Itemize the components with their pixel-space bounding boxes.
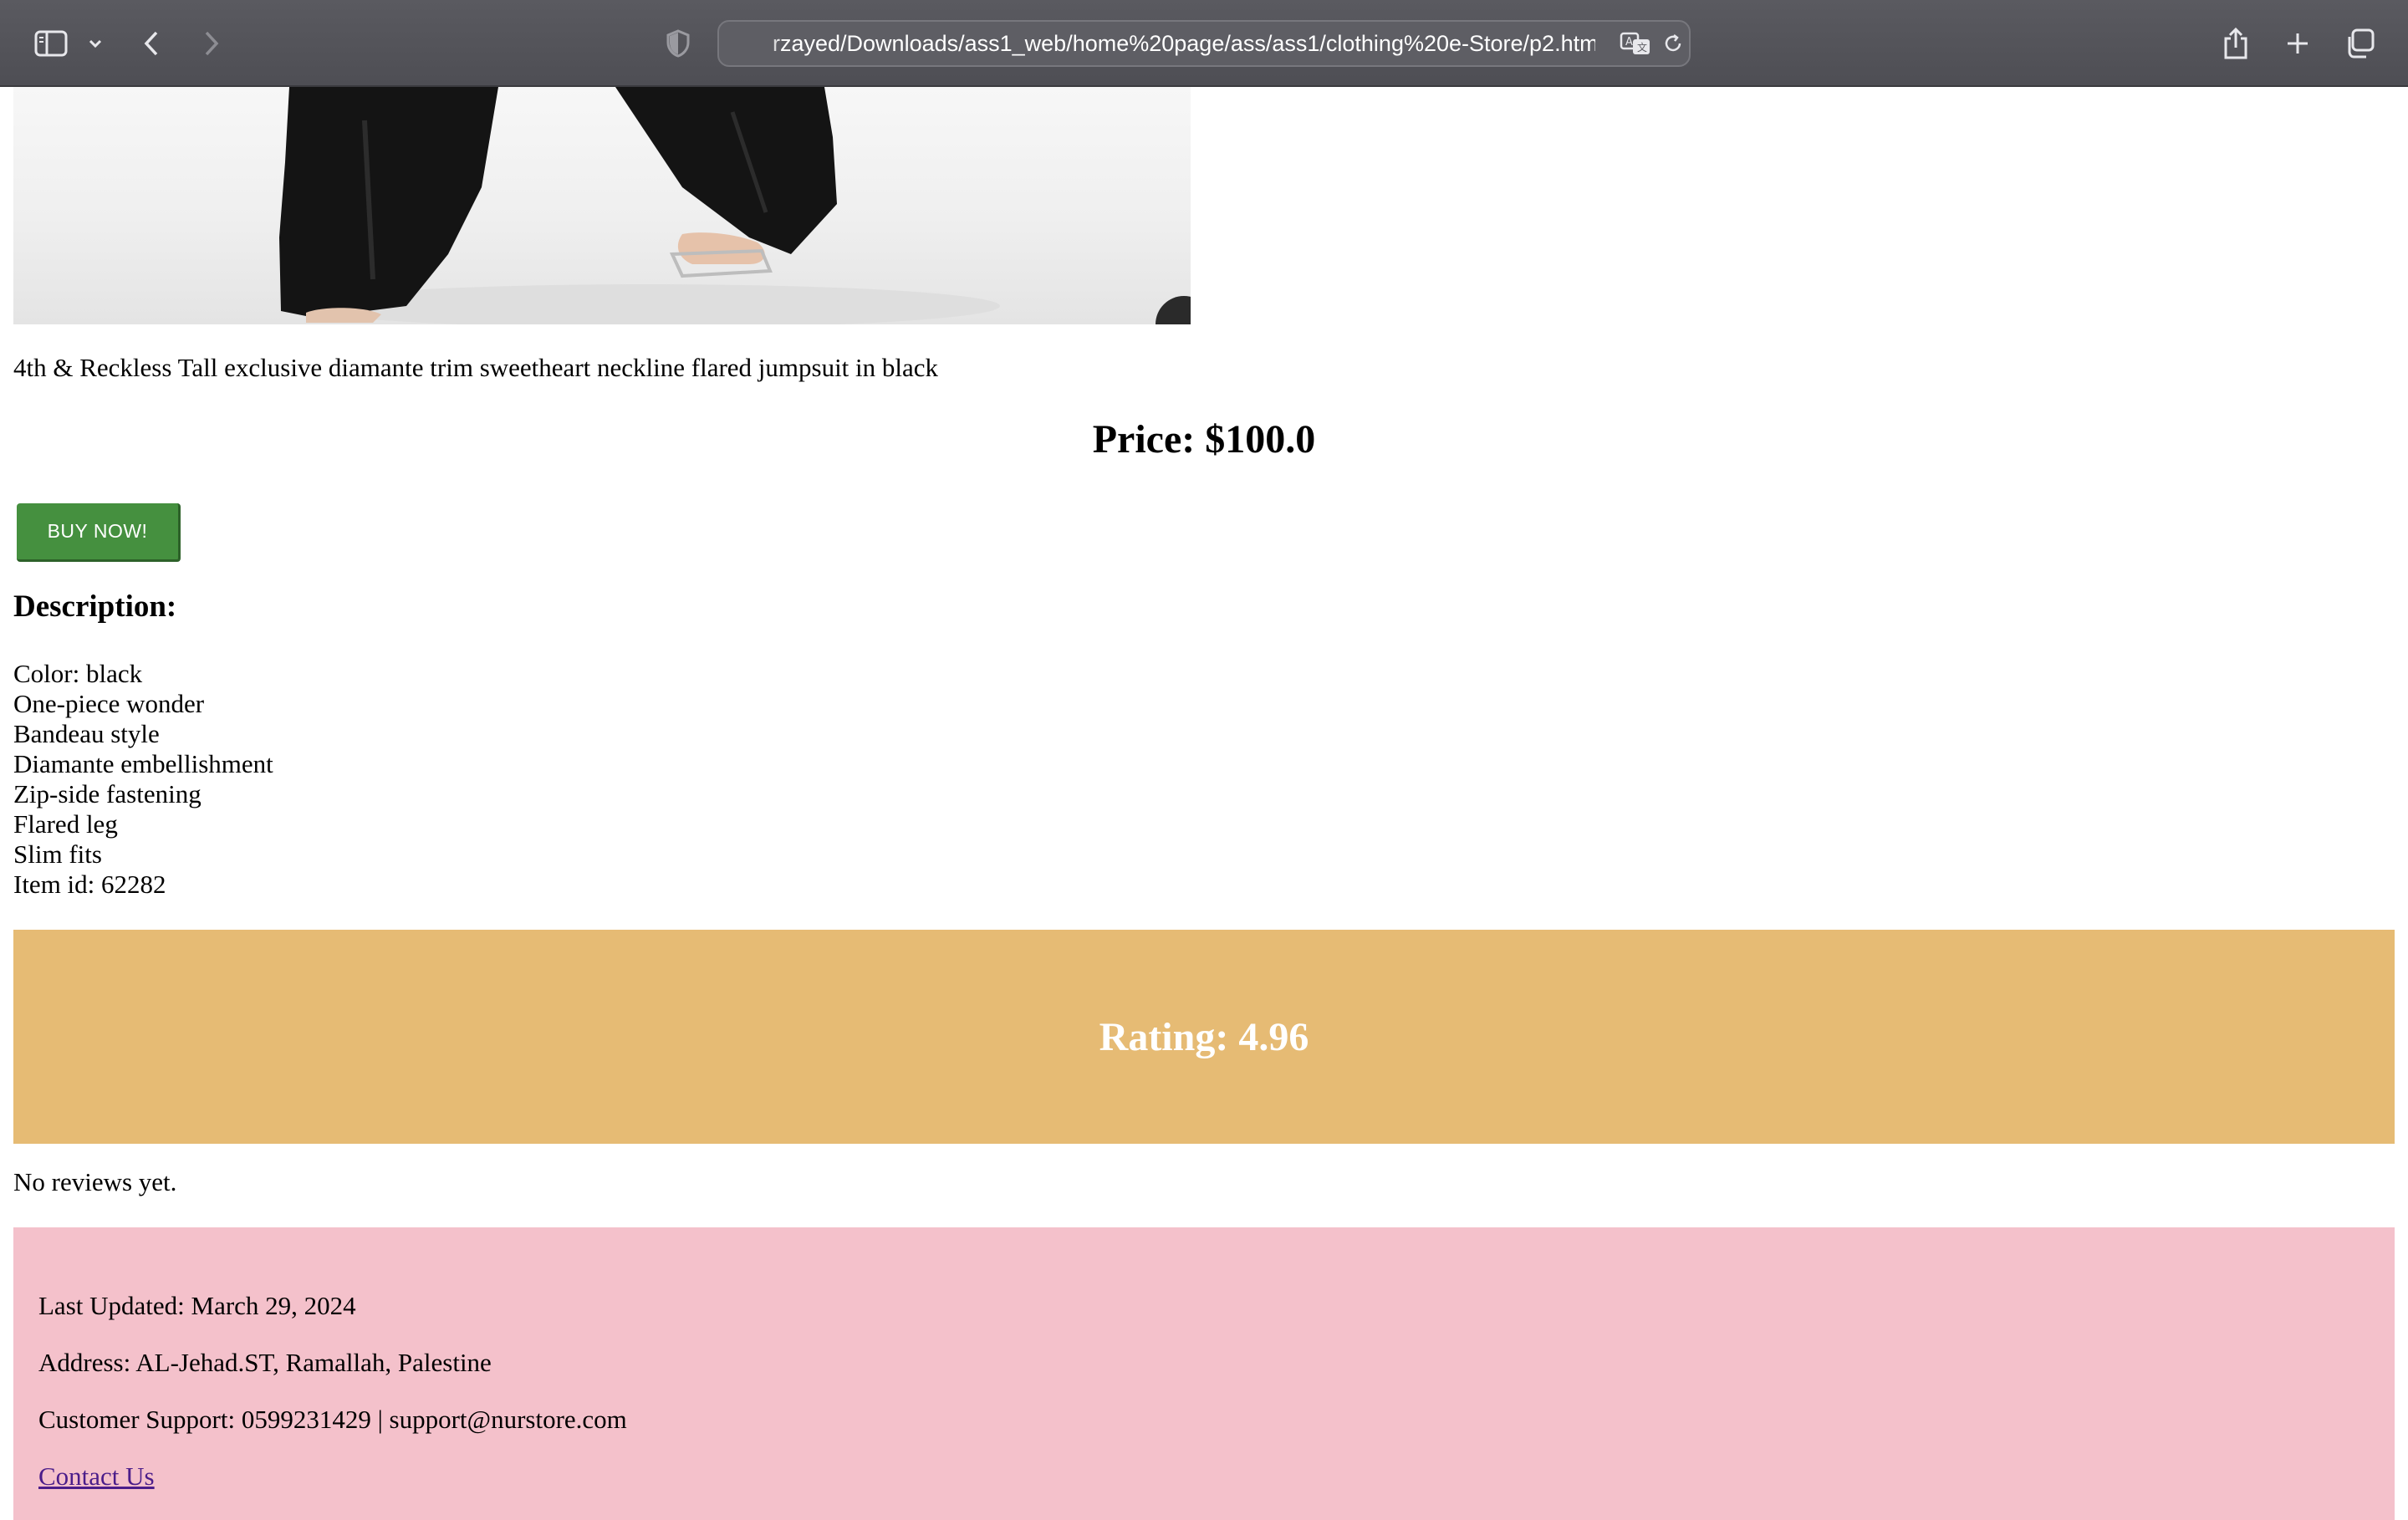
description-item: Diamante embellishment xyxy=(13,749,273,778)
description-item: Color: black xyxy=(13,659,143,688)
shield-icon[interactable] xyxy=(664,18,692,69)
translate-icon[interactable]: A文 xyxy=(1619,23,1652,64)
description-item: One-piece wonder xyxy=(13,689,205,718)
plus-icon[interactable] xyxy=(2281,18,2314,69)
url-text: rzayed/Downloads/ass1_web/home%20page/as… xyxy=(773,31,1595,56)
description-item: Item id: 62282 xyxy=(13,870,166,899)
tabs-icon[interactable] xyxy=(2343,18,2376,69)
footer-address: Address: AL-Jehad.ST, Ramallah, Palestin… xyxy=(38,1348,492,1377)
chevron-right-icon xyxy=(205,31,219,56)
back-button[interactable] xyxy=(139,18,164,69)
description-heading: Description: xyxy=(13,589,177,624)
svg-text:文: 文 xyxy=(1637,41,1647,54)
svg-text:A: A xyxy=(1625,36,1633,48)
rating-section: Rating: 4.96 xyxy=(13,930,2395,1144)
share-icon[interactable] xyxy=(2219,18,2252,69)
rating-text: Rating: 4.96 xyxy=(1099,1014,1309,1059)
chevron-down-icon[interactable] xyxy=(84,18,107,69)
product-title: 4th & Reckless Tall exclusive diamante t… xyxy=(13,353,939,382)
buy-now-button[interactable]: BUY NOW! xyxy=(17,503,181,562)
no-reviews-text: No reviews yet. xyxy=(13,1167,177,1196)
address-bar[interactable]: rzayed/Downloads/ass1_web/home%20page/as… xyxy=(717,20,1691,67)
forward-button[interactable] xyxy=(199,18,224,69)
chevron-left-icon xyxy=(144,31,158,56)
description-item: Zip-side fastening xyxy=(13,779,202,808)
description-item: Slim fits xyxy=(13,839,102,869)
product-image xyxy=(13,87,1191,324)
product-price: Price: $100.0 xyxy=(1092,417,1316,462)
footer: Last Updated: March 29, 2024 Address: AL… xyxy=(13,1227,2395,1520)
customer-support: Customer Support: 0599231429 | support@n… xyxy=(38,1405,627,1434)
jumpsuit-photo xyxy=(279,87,1191,324)
contact-us-link[interactable]: Contact Us xyxy=(38,1461,155,1491)
description-list: Color: black One-piece wonder Bandeau st… xyxy=(13,659,273,900)
sidebar-icon[interactable] xyxy=(32,18,70,69)
description-item: Bandeau style xyxy=(13,719,160,748)
description-item: Flared leg xyxy=(13,809,118,839)
last-updated: Last Updated: March 29, 2024 xyxy=(38,1291,356,1320)
browser-toolbar: rzayed/Downloads/ass1_web/home%20page/as… xyxy=(0,0,2408,87)
reload-icon[interactable] xyxy=(1661,23,1686,64)
